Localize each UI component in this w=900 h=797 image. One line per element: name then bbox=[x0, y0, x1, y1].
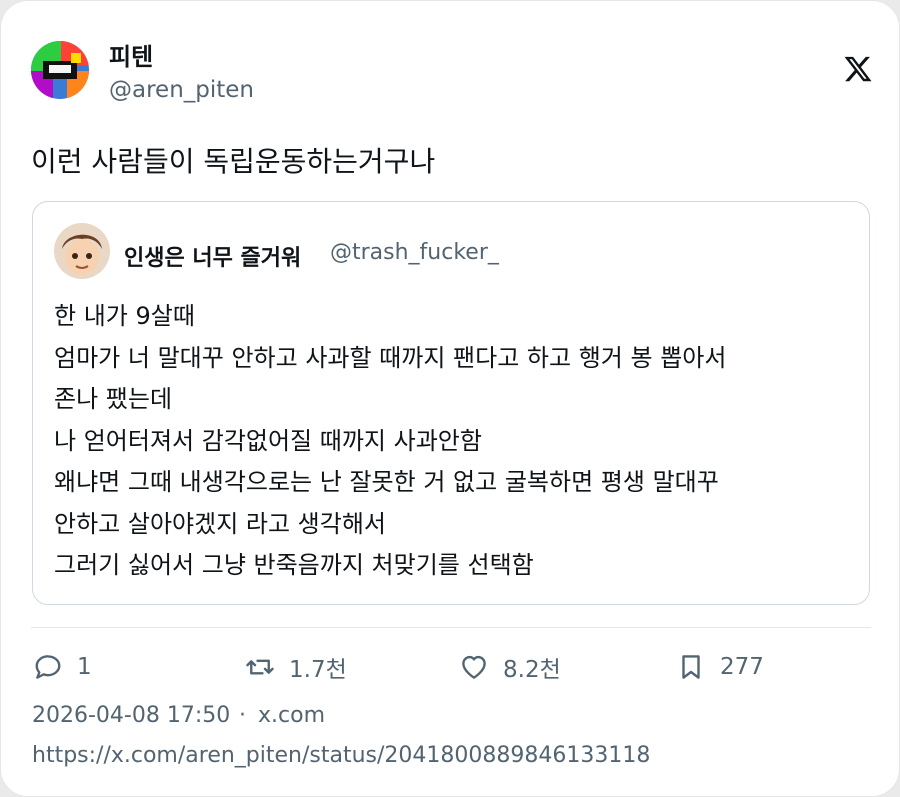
retweet-count: 1.7천 bbox=[289, 657, 347, 683]
tweet-timestamp[interactable]: 2026-04-08 17:50 bbox=[32, 703, 230, 728]
author-avatar[interactable] bbox=[31, 41, 89, 99]
quoted-author-avatar-image bbox=[54, 223, 110, 279]
tweet-source[interactable]: x.com bbox=[258, 703, 325, 728]
bookmark-icon bbox=[682, 655, 700, 679]
quoted-text-line: 한 내가 9살때 bbox=[54, 302, 195, 330]
reply-button[interactable]: 1 bbox=[33, 649, 92, 685]
author-avatar-image bbox=[31, 41, 89, 99]
meta-separator: · bbox=[239, 703, 246, 728]
quoted-text-line: 안하고 살아야겠지 라고 생각해서 bbox=[54, 509, 387, 538]
quoted-author-display-name[interactable]: 인생은 너무 즐거워 bbox=[124, 240, 301, 272]
like-button[interactable]: 8.2천 bbox=[459, 649, 561, 685]
retweet-button[interactable]: 1.7천 bbox=[245, 649, 347, 685]
reply-count: 1 bbox=[77, 654, 92, 680]
quoted-text-line: 왜냐면 그때 내생각으로는 난 잘못한 거 없고 굴복하면 평생 말대꾸 bbox=[54, 468, 719, 496]
quoted-tweet[interactable]: 인생은 너무 즐거워 @trash_fucker_ 한 내가 9살때 엄마가 너… bbox=[32, 201, 870, 605]
quoted-text-line: 그러기 싫어서 그냥 반죽음까지 처맞기를 선택함 bbox=[54, 551, 534, 579]
author-display-name[interactable]: 피텐 bbox=[109, 37, 153, 72]
like-count: 8.2천 bbox=[503, 657, 561, 683]
tweet-card: 피텐 @aren_piten 이런 사람들이 독립운동하는거구나 인생은 너무 … bbox=[0, 0, 900, 797]
quoted-author-handle[interactable]: @trash_fucker_ bbox=[330, 240, 499, 265]
quoted-text-line: 존나 팼는데 bbox=[54, 385, 173, 413]
x-logo-icon[interactable] bbox=[843, 53, 873, 85]
retweet-icon bbox=[246, 659, 274, 675]
quoted-text-line: 나 얻어터져서 감각없어질 때까지 사과안함 bbox=[54, 426, 482, 455]
reply-icon bbox=[35, 655, 61, 679]
divider bbox=[31, 627, 871, 628]
author-handle[interactable]: @aren_piten bbox=[109, 77, 254, 103]
bookmark-button[interactable]: 277 bbox=[676, 649, 764, 685]
heart-icon bbox=[462, 655, 486, 679]
bookmark-count: 277 bbox=[720, 654, 764, 680]
quoted-tweet-text: 한 내가 9살때 엄마가 너 말대꾸 안하고 사과할 때까지 팬다고 하고 행거… bbox=[54, 296, 854, 587]
tweet-url[interactable]: https://x.com/aren_piten/status/20418008… bbox=[32, 743, 650, 768]
quoted-author-avatar[interactable] bbox=[54, 223, 110, 279]
quoted-text-line: 엄마가 너 말대꾸 안하고 사과할 때까지 팬다고 하고 행거 봉 뽑아서 bbox=[54, 343, 727, 372]
tweet-text: 이런 사람들이 독립운동하는거구나 bbox=[31, 145, 436, 178]
